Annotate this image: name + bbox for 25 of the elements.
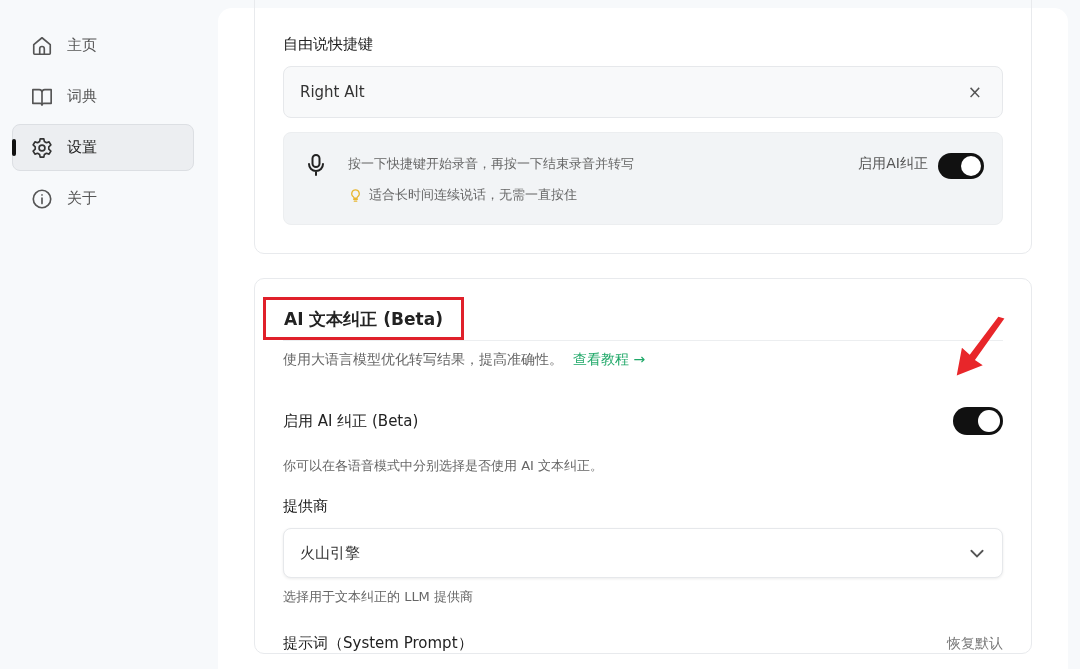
field-label: 提示词（System Prompt）	[283, 634, 473, 653]
field-label: 自由说快捷键	[283, 35, 374, 54]
hotkey-field[interactable]: Right Alt ×	[283, 66, 1003, 118]
hint-text: 你可以在各语音模式中分别选择是否使用 AI 文本纠正。	[283, 457, 604, 475]
tip-text: 适合长时间连续说话，无需一直按住	[369, 186, 577, 204]
lightbulb-icon	[348, 187, 363, 203]
toggle-switch[interactable]	[938, 153, 984, 179]
sidebar-item[interactable]: 主页	[12, 22, 194, 69]
toggle-label: 启用 AI 纠正 (Beta)	[283, 411, 419, 431]
sidebar-item[interactable]: 词典	[12, 73, 194, 120]
description-text: 使用大语言模型优化转写结果，提高准确性。	[283, 351, 563, 369]
toggle-label: 启用AI纠正	[858, 155, 928, 173]
section-title: AI 文本纠正 (Beta)	[263, 297, 464, 340]
clear-button[interactable]: ×	[963, 82, 986, 102]
provider-select[interactable]: 火山引擎	[283, 528, 1003, 578]
hint-text: 选择用于文本纠正的 LLM 提供商	[283, 588, 474, 606]
info-text: 按一下快捷键开始录音，再按一下结束录音并转写	[348, 155, 635, 173]
info-icon	[31, 187, 53, 210]
sidebar-item[interactable]: 关于	[12, 175, 194, 222]
reset-link[interactable]: 恢复默认	[947, 634, 1003, 653]
toggle-switch[interactable]	[953, 407, 1003, 435]
settings-icon	[31, 136, 53, 159]
sidebar-item[interactable]: 设置	[12, 124, 194, 171]
field-label: 提供商	[283, 497, 329, 516]
home-icon	[31, 34, 53, 57]
